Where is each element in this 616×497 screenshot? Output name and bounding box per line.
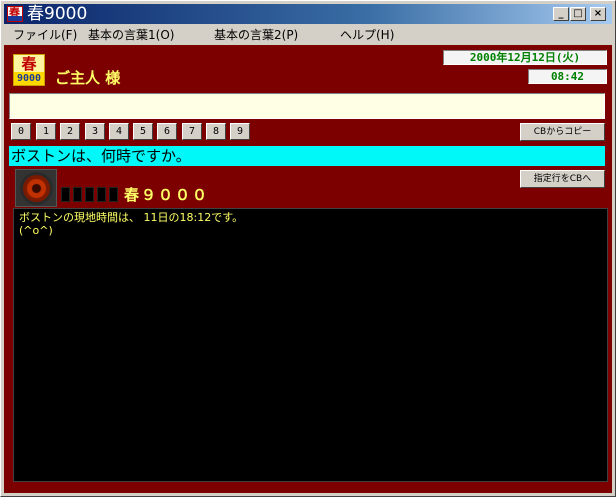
time-display: 08:42	[528, 69, 607, 84]
number-button-1[interactable]: 1	[36, 123, 56, 140]
menu-basic-words-1[interactable]: 基本の言葉1(O)	[88, 27, 174, 43]
number-button-4[interactable]: 4	[109, 123, 129, 140]
number-button-6[interactable]: 6	[157, 123, 177, 140]
level-indicator-block	[97, 187, 106, 202]
app-icon[interactable]: 春	[7, 6, 23, 22]
main-panel: 春 9000 ご主人 様 2000年12月12日(火) 08:42 0 1 2 …	[4, 45, 612, 493]
window-title: 春9000	[27, 4, 88, 24]
title-bar[interactable]: 春 春9000 _ □ ×	[4, 4, 612, 24]
greeting-label: ご主人 様	[55, 69, 121, 87]
app-logo: 春 9000	[13, 54, 45, 86]
speaker-icon	[15, 169, 57, 207]
copy-from-clipboard-button[interactable]: CBからコピー	[520, 123, 605, 141]
number-button-8[interactable]: 8	[206, 123, 226, 140]
number-button-5[interactable]: 5	[133, 123, 153, 140]
output-line: ボストンの現地時間は、 11日の18:12です。	[19, 211, 244, 224]
logo-top-text: 春	[14, 55, 44, 73]
level-indicator-block	[61, 187, 70, 202]
maximize-button[interactable]: □	[570, 7, 586, 21]
level-indicator-block	[85, 187, 94, 202]
number-button-2[interactable]: 2	[60, 123, 80, 140]
output-line: (^o^)	[19, 224, 53, 237]
number-button-9[interactable]: 9	[230, 123, 250, 140]
menu-basic-words-2[interactable]: 基本の言葉2(P)	[214, 27, 298, 43]
number-button-3[interactable]: 3	[85, 123, 105, 140]
menu-bar: ファイル(F) 基本の言葉1(O) 基本の言葉2(P) ヘルプ(H)	[4, 25, 612, 45]
app-window: 春 春9000 _ □ × ファイル(F) 基本の言葉1(O) 基本の言葉2(P…	[0, 0, 616, 497]
level-indicator-block	[109, 187, 118, 202]
menu-help[interactable]: ヘルプ(H)	[340, 27, 394, 43]
date-display: 2000年12月12日(火)	[443, 50, 607, 65]
query-display: ボストンは、何時ですか。	[9, 146, 605, 166]
logo-bottom-text: 9000	[14, 72, 44, 85]
close-button[interactable]: ×	[590, 7, 606, 21]
level-indicator-block	[73, 187, 82, 202]
copy-line-to-clipboard-button[interactable]: 指定行をCBへ	[520, 170, 605, 188]
number-button-0[interactable]: 0	[11, 123, 31, 140]
minimize-button[interactable]: _	[553, 7, 569, 21]
assistant-name: 春９０００	[124, 186, 210, 204]
number-button-7[interactable]: 7	[182, 123, 202, 140]
command-input[interactable]	[9, 93, 605, 119]
output-log[interactable]: ボストンの現地時間は、 11日の18:12です。 (^o^)	[13, 208, 608, 482]
menu-file[interactable]: ファイル(F)	[13, 27, 77, 43]
